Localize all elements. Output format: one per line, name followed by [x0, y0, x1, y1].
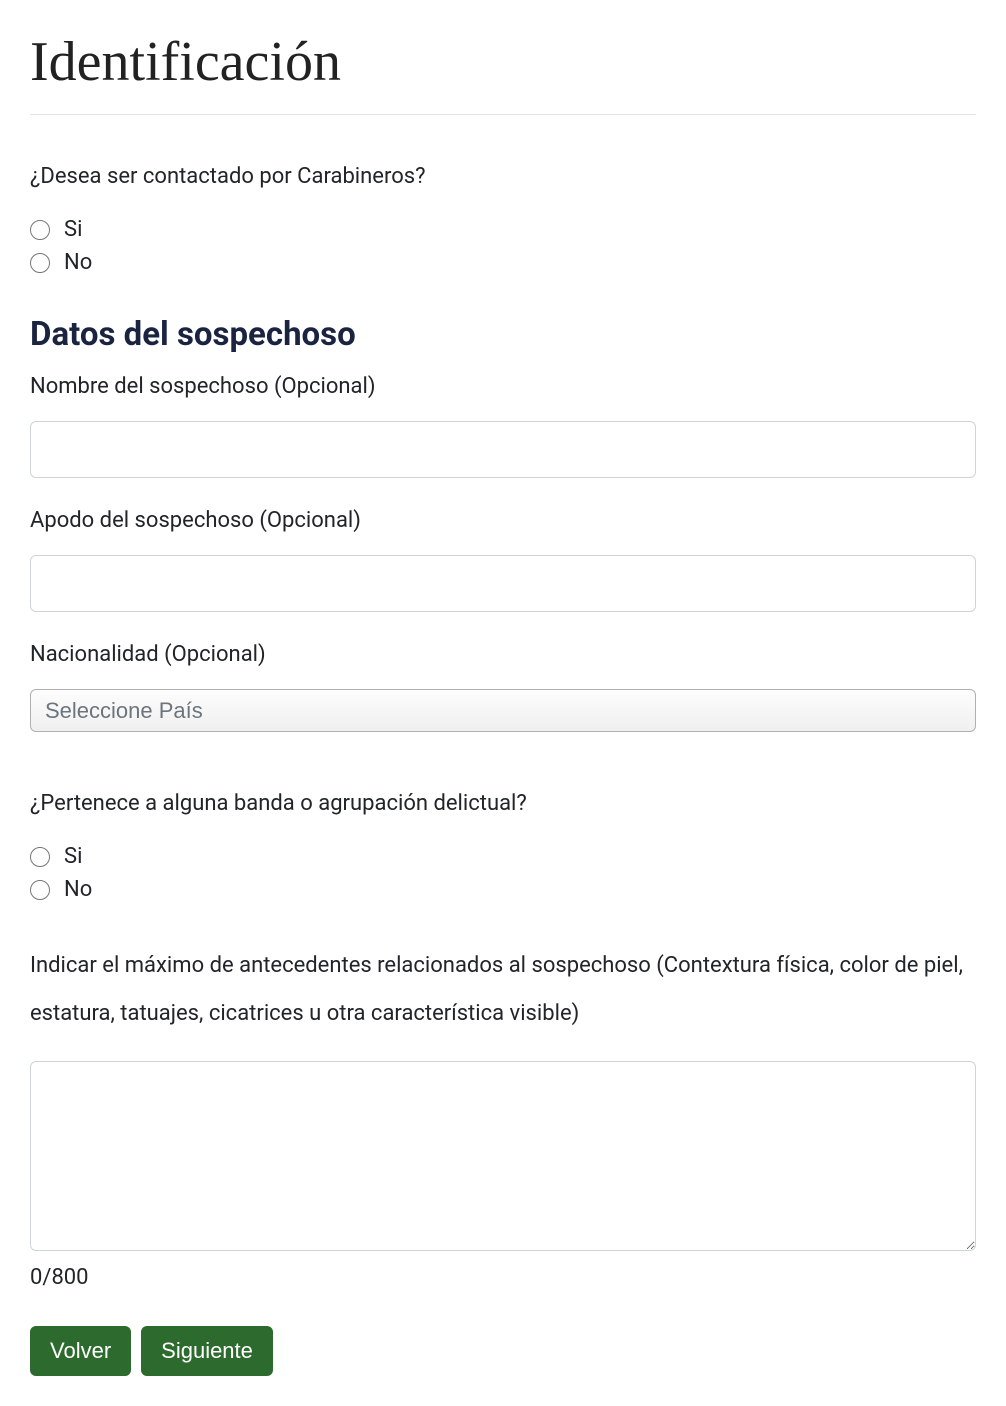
- gang-label-no[interactable]: No: [64, 877, 92, 902]
- contact-label-yes[interactable]: Si: [64, 217, 82, 242]
- suspect-name-label: Nombre del sospechoso (Opcional): [30, 374, 976, 399]
- contact-radio-group: Si No: [30, 217, 976, 275]
- nationality-label: Nacionalidad (Opcional): [30, 642, 976, 667]
- gang-radio-group: Si No: [30, 844, 976, 902]
- suspect-nickname-input[interactable]: [30, 555, 976, 612]
- details-textarea[interactable]: [30, 1061, 976, 1251]
- suspect-nickname-label: Apodo del sospechoso (Opcional): [30, 508, 976, 533]
- suspect-name-input[interactable]: [30, 421, 976, 478]
- contact-radio-no[interactable]: [30, 253, 50, 273]
- next-button[interactable]: Siguiente: [141, 1326, 273, 1376]
- gang-label-yes[interactable]: Si: [64, 844, 82, 869]
- back-button[interactable]: Volver: [30, 1326, 131, 1376]
- contact-question-label: ¿Desea ser contactado por Carabineros?: [30, 155, 976, 199]
- details-label: Indicar el máximo de antecedentes relaci…: [30, 942, 976, 1039]
- char-counter: 0/800: [30, 1265, 976, 1290]
- gang-radio-no[interactable]: [30, 880, 50, 900]
- nationality-select-wrapper: Seleccione País: [30, 689, 976, 732]
- gang-question-label: ¿Pertenece a alguna banda o agrupación d…: [30, 782, 976, 826]
- button-row: Volver Siguiente: [30, 1326, 976, 1376]
- page-title: Identificación: [30, 30, 976, 94]
- contact-radio-yes[interactable]: [30, 220, 50, 240]
- suspect-section-heading: Datos del sospechoso: [30, 315, 976, 354]
- gang-radio-yes[interactable]: [30, 847, 50, 867]
- nationality-select[interactable]: Seleccione País: [30, 689, 976, 732]
- contact-label-no[interactable]: No: [64, 250, 92, 275]
- title-divider: [30, 114, 976, 115]
